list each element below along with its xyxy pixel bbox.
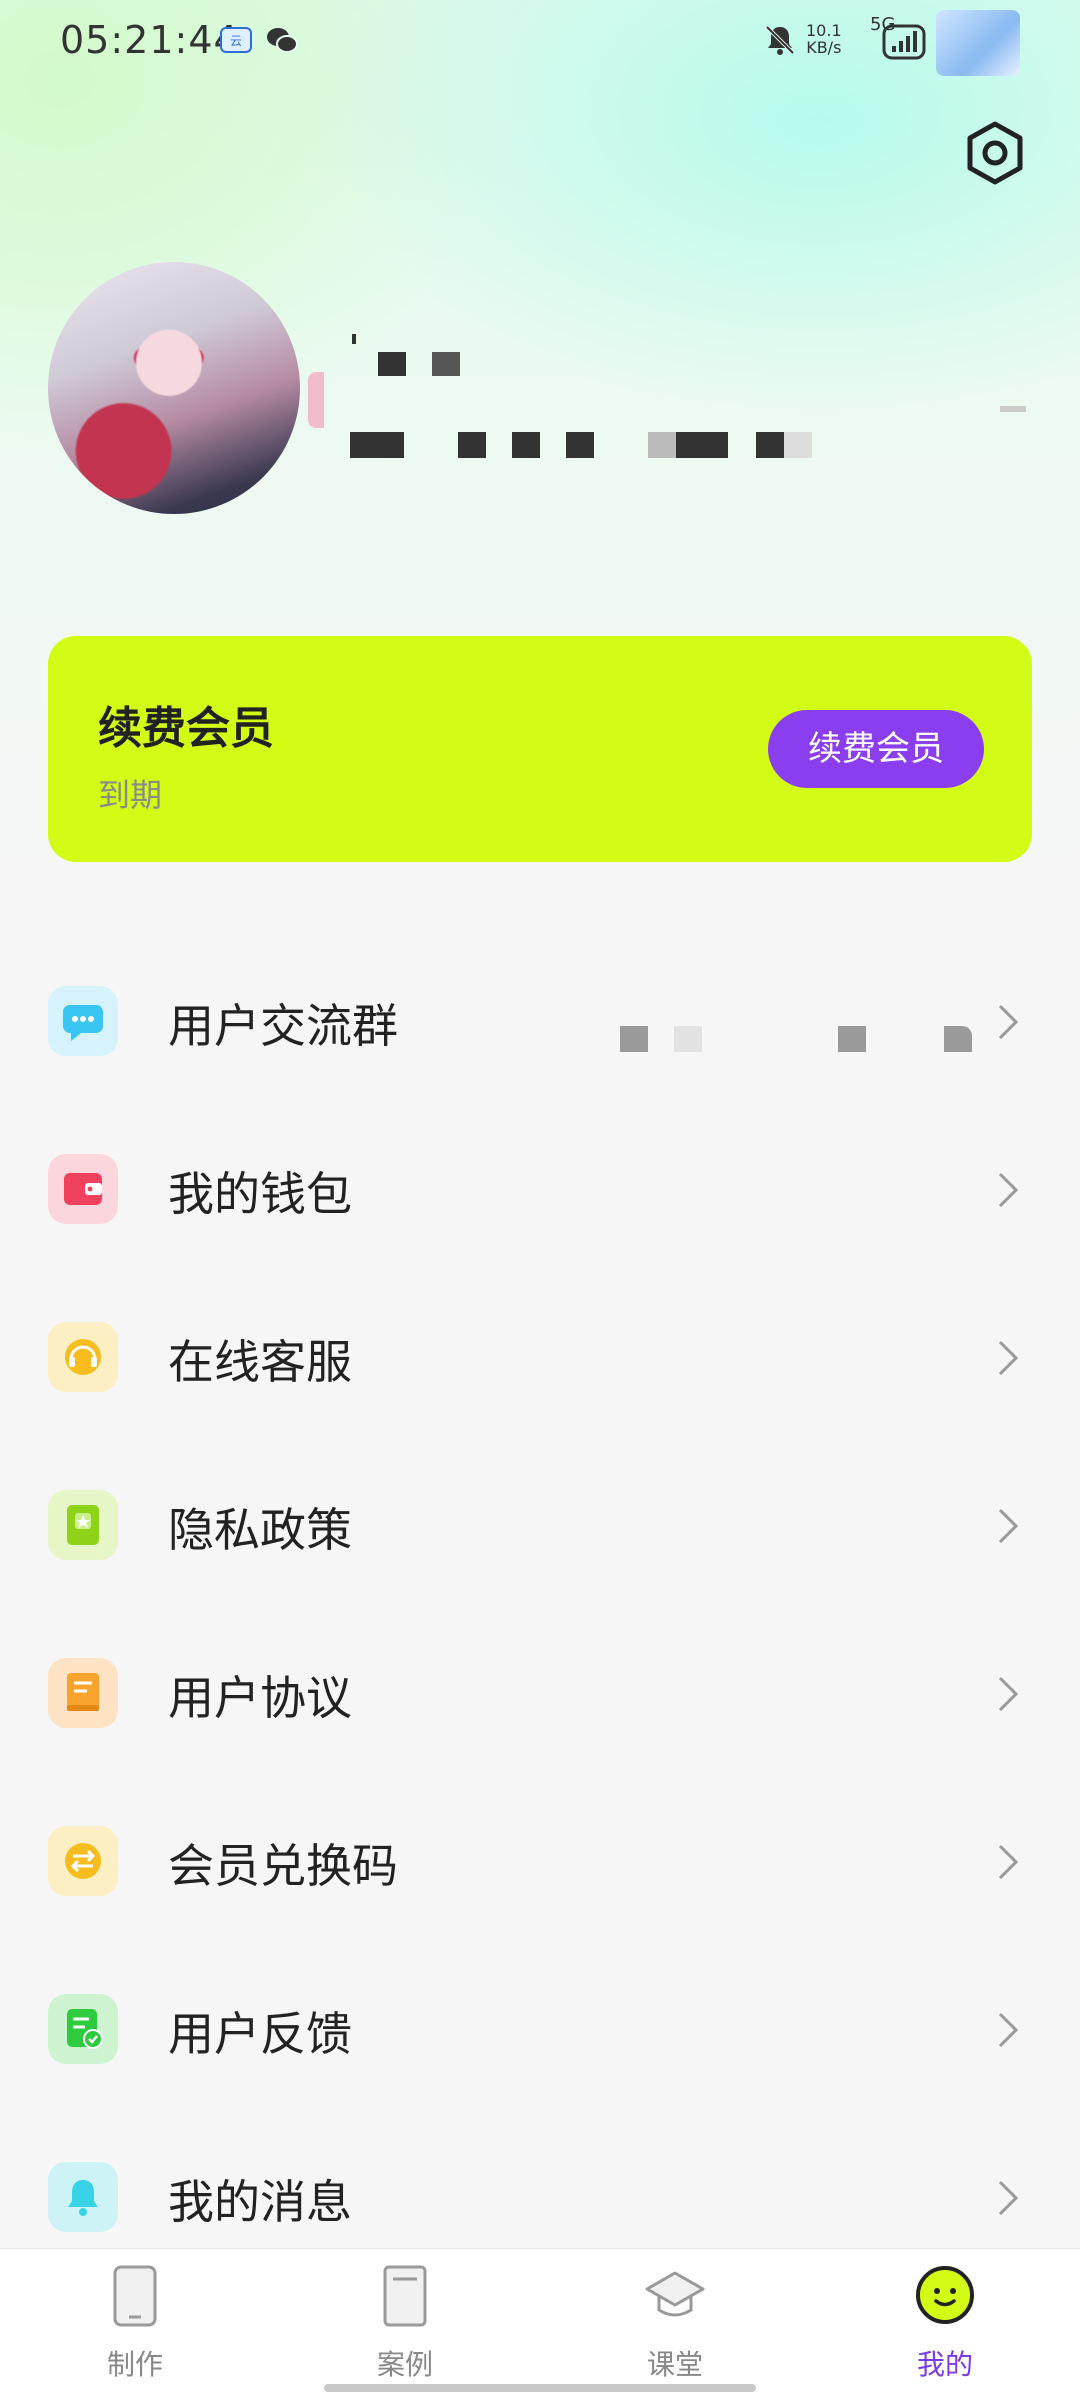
menu-item-wallet[interactable]: 我的钱包	[0, 1104, 1080, 1272]
menu-label: 用户反馈	[168, 2007, 352, 2061]
tab-mine[interactable]: 我的	[855, 2249, 1035, 2401]
privacy-icon	[48, 1490, 118, 1560]
avatar[interactable]	[48, 262, 300, 514]
menu-label: 我的消息	[168, 2175, 352, 2229]
menu-label: 在线客服	[168, 1335, 352, 1389]
menu-label: 隐私政策	[168, 1503, 352, 1557]
tab-make[interactable]: 制作	[45, 2249, 225, 2401]
chevron-right-icon	[998, 1844, 1019, 1880]
tab-cases[interactable]: 案例	[315, 2249, 495, 2401]
feedback-icon	[48, 1994, 118, 2064]
headset-icon	[48, 1322, 118, 1392]
menu-item-customer-service[interactable]: 在线客服	[0, 1272, 1080, 1440]
menu-item-user-agreement[interactable]: 用户协议	[0, 1608, 1080, 1776]
svg-text:云: 云	[230, 34, 242, 48]
tab-classroom[interactable]: 课堂	[585, 2249, 765, 2401]
bell-icon	[48, 2162, 118, 2232]
tab-label: 案例	[376, 2348, 433, 2381]
chat-icon	[48, 986, 118, 1056]
chevron-right-icon	[998, 1340, 1019, 1376]
chevron-right-icon	[998, 1172, 1019, 1208]
status-avatar-image	[936, 10, 1020, 76]
vip-card: 续费会员 到期 续费会员	[48, 636, 1032, 862]
menu-item-feedback[interactable]: 用户反馈	[0, 1944, 1080, 2112]
graduation-cap-icon	[645, 2271, 705, 2317]
chevron-right-icon	[998, 2012, 1019, 2048]
vip-title: 续费会员	[98, 703, 274, 754]
chevron-right-icon	[998, 1004, 1019, 1040]
menu-label: 会员兑换码	[168, 1839, 398, 1893]
avatar-decoration	[308, 372, 324, 428]
chevron-right-icon	[998, 1508, 1019, 1544]
wallet-icon	[48, 1154, 118, 1224]
bottom-tab-bar: 制作 案例 课堂 我的	[0, 2248, 1080, 2401]
chevron-right-icon	[998, 1676, 1019, 1712]
cloud-app-icon: 云	[218, 22, 254, 58]
mute-bell-icon	[762, 22, 798, 58]
profile-dash	[1000, 406, 1026, 412]
phone-icon	[113, 2265, 157, 2327]
net-speed: 10.1 KB/s	[806, 22, 842, 56]
status-time: 05:21:44	[60, 18, 239, 62]
agreement-icon	[48, 1658, 118, 1728]
settings-hex-icon[interactable]	[960, 118, 1030, 188]
net-speed-value: 10.1	[806, 21, 842, 40]
tab-label: 课堂	[646, 2348, 703, 2381]
document-icon	[383, 2265, 427, 2327]
net-speed-unit: KB/s	[806, 38, 842, 57]
wechat-icon	[264, 22, 300, 58]
smiley-icon	[916, 2266, 974, 2324]
exchange-icon	[48, 1826, 118, 1896]
tab-label: 制作	[106, 2348, 163, 2381]
chevron-right-icon	[998, 2180, 1019, 2216]
status-bar: 05:21:44 云 10.1 KB/s 5G	[0, 0, 1080, 84]
tab-label: 我的	[916, 2348, 973, 2381]
signal-icon	[882, 18, 926, 62]
menu-label: 用户协议	[168, 1671, 352, 1725]
menu-item-redeem-code[interactable]: 会员兑换码	[0, 1776, 1080, 1944]
home-indicator[interactable]	[324, 2384, 756, 2392]
renew-vip-button[interactable]: 续费会员	[768, 710, 984, 788]
menu-item-privacy-policy[interactable]: 隐私政策	[0, 1440, 1080, 1608]
menu-label: 我的钱包	[168, 1167, 352, 1221]
vip-expiry: 到期	[98, 776, 163, 814]
menu-item-user-group[interactable]: 用户交流群	[0, 936, 1080, 1104]
menu-label: 用户交流群	[168, 999, 398, 1053]
